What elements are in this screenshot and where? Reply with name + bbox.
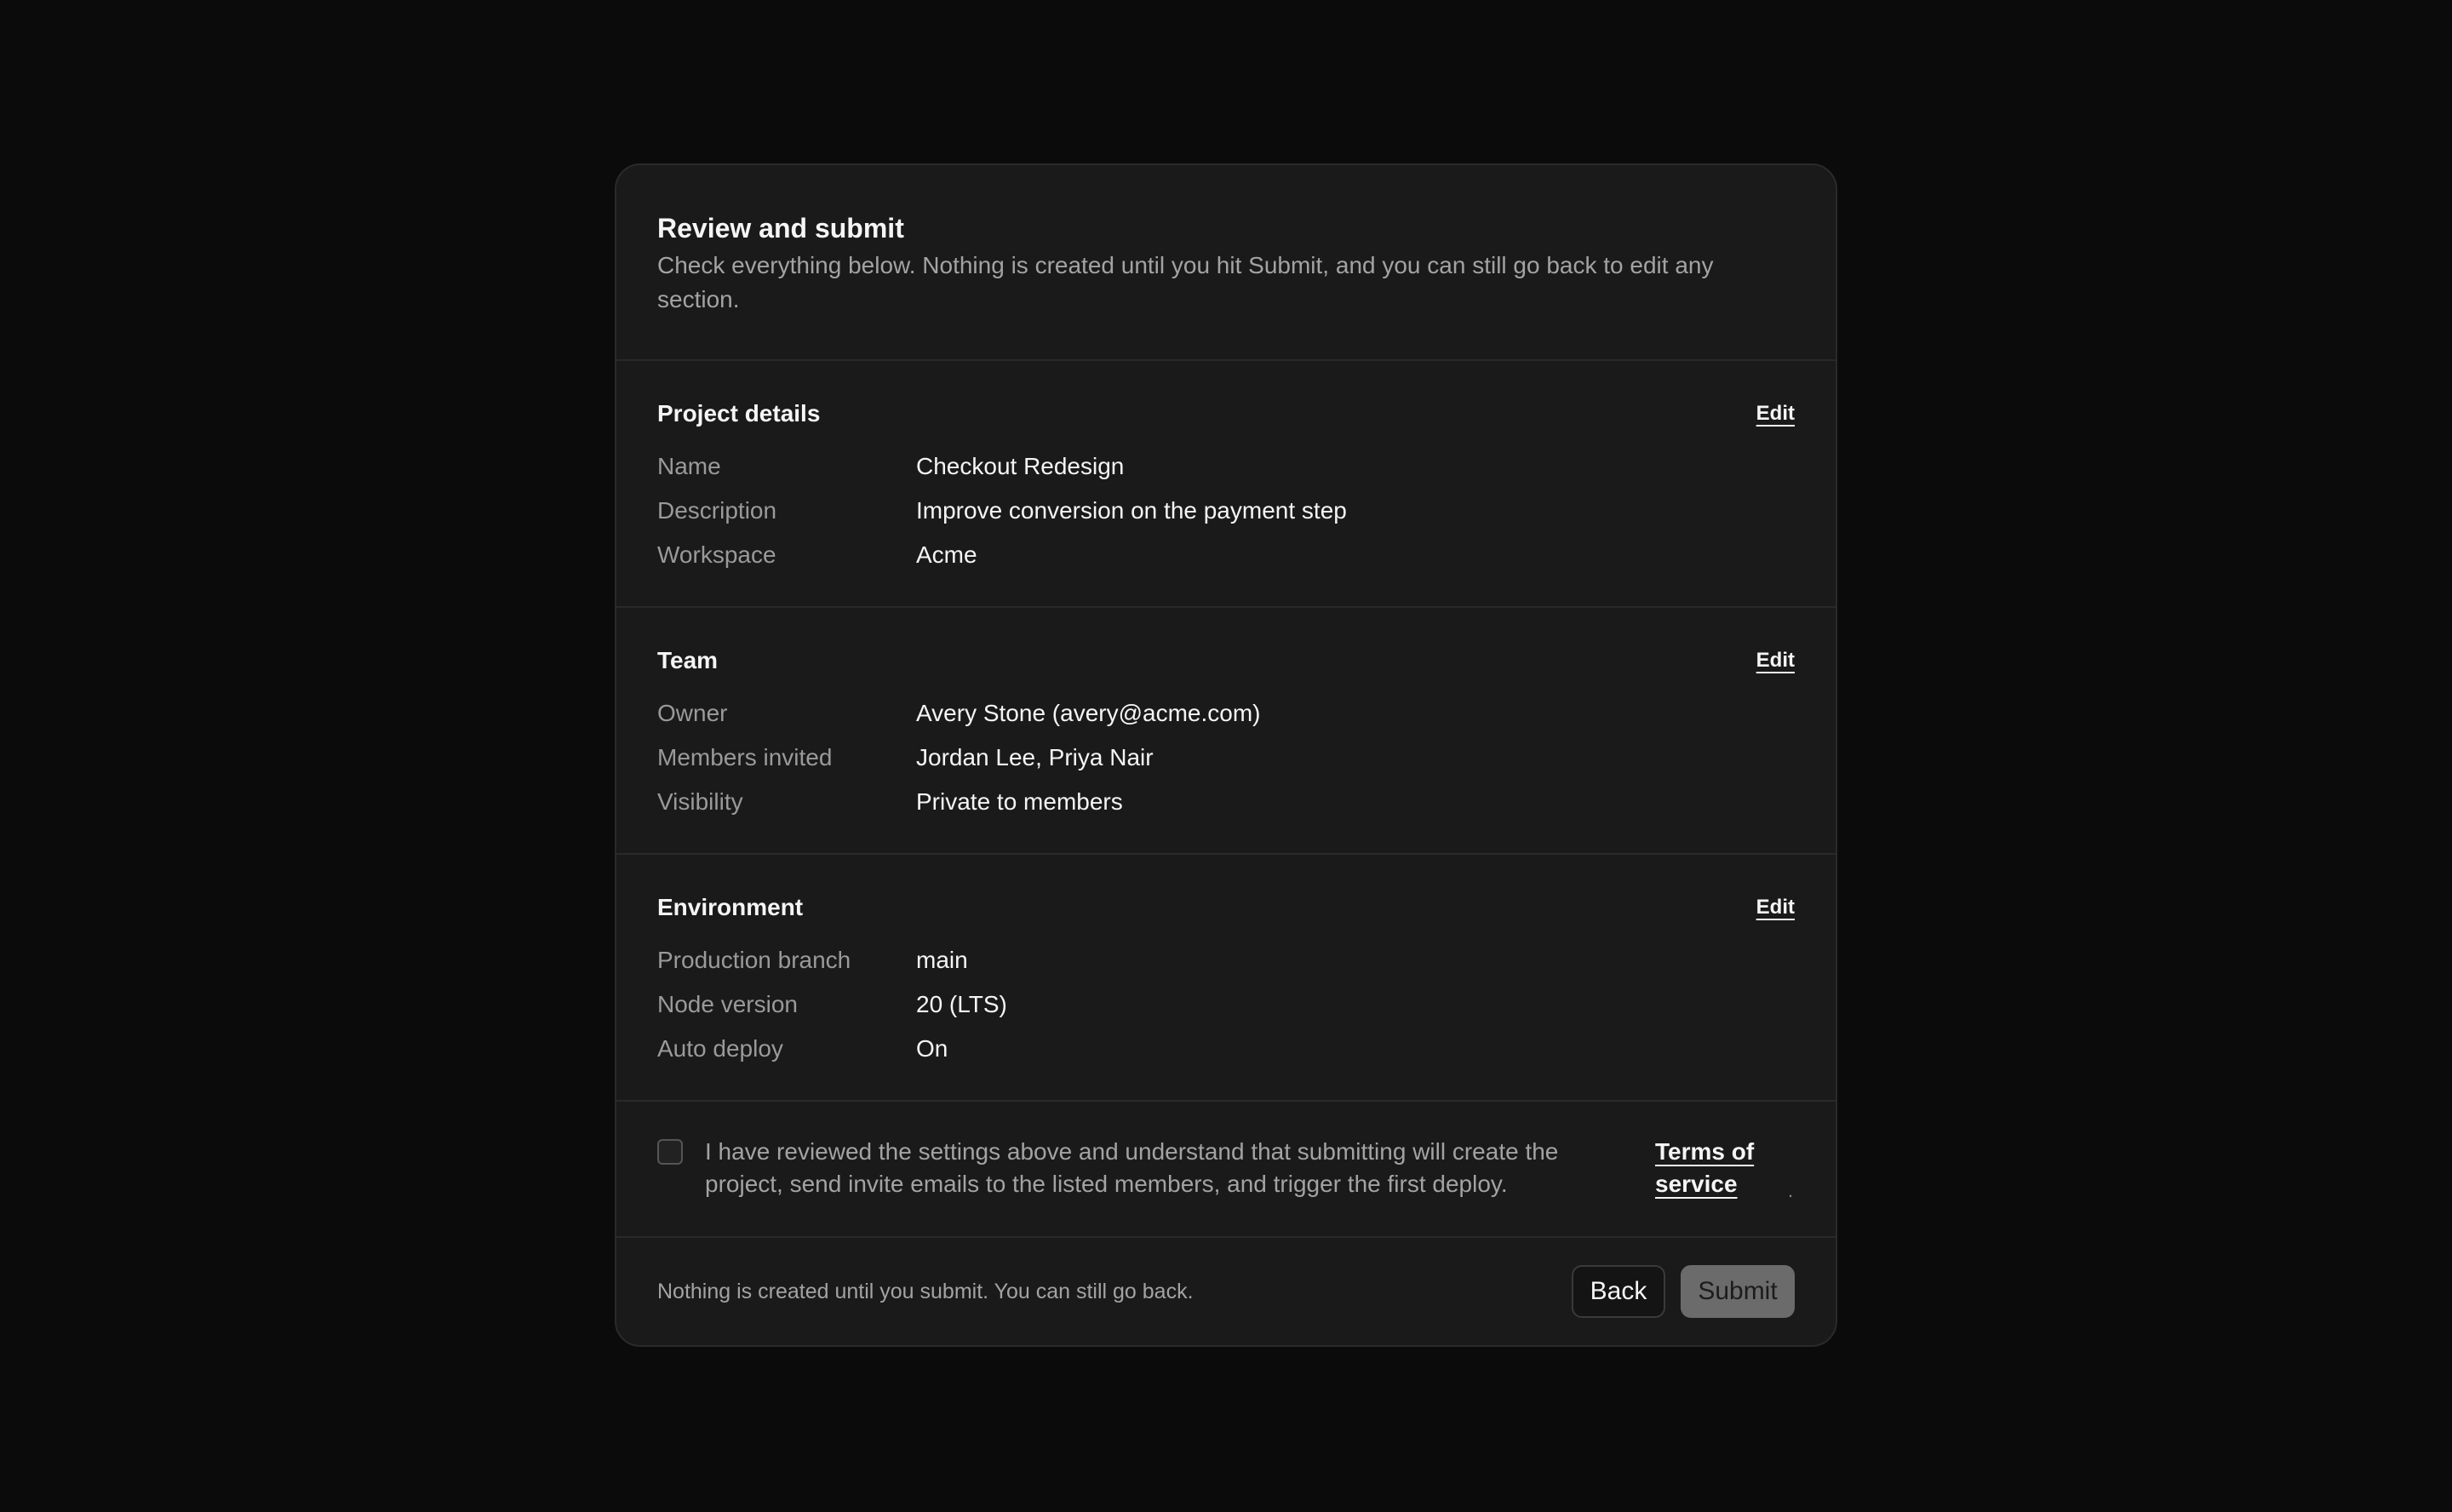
summary-row: Workspace Acme bbox=[657, 533, 1795, 577]
submit-button[interactable]: Submit bbox=[1681, 1265, 1795, 1318]
footer-buttons: Back Submit bbox=[1572, 1265, 1795, 1318]
footer-note: Nothing is created until you submit. You… bbox=[657, 1279, 1194, 1303]
summary-row: Description Improve conversion on the pa… bbox=[657, 489, 1795, 533]
row-value-workspace: Acme bbox=[916, 541, 977, 568]
consent-text: I have reviewed the settings above and u… bbox=[705, 1138, 1559, 1197]
review-footer: Nothing is created until you submit. You… bbox=[616, 1238, 1836, 1345]
back-button[interactable]: Back bbox=[1572, 1265, 1665, 1318]
row-value-name: Checkout Redesign bbox=[916, 453, 1125, 479]
edit-team-link[interactable]: Edit bbox=[1756, 649, 1795, 673]
row-value-owner: Avery Stone (avery@acme.com) bbox=[916, 700, 1261, 726]
section-title-environment: Environment bbox=[657, 894, 804, 920]
review-card: Review and submit Check everything below… bbox=[615, 163, 1837, 1347]
row-label-production-branch: Production branch bbox=[657, 947, 851, 973]
section-project-details: Project details Edit Name Checkout Redes… bbox=[616, 361, 1836, 608]
row-value-production-branch: main bbox=[916, 947, 968, 973]
consent-checkbox[interactable] bbox=[657, 1139, 683, 1165]
edit-project-details-link[interactable]: Edit bbox=[1756, 402, 1795, 426]
summary-row: Members invited Jordan Lee, Priya Nair bbox=[657, 736, 1795, 780]
row-label-name: Name bbox=[657, 453, 721, 479]
summary-row: Production branch main bbox=[657, 938, 1795, 982]
review-header: Review and submit Check everything below… bbox=[616, 165, 1836, 361]
row-label-node-version: Node version bbox=[657, 991, 798, 1017]
row-value-members-invited: Jordan Lee, Priya Nair bbox=[916, 744, 1154, 770]
row-label-visibility: Visibility bbox=[657, 788, 743, 815]
consent-trailing-period: . bbox=[1788, 1180, 1794, 1201]
row-label-workspace: Workspace bbox=[657, 541, 776, 568]
edit-environment-link[interactable]: Edit bbox=[1756, 896, 1795, 919]
row-label-members-invited: Members invited bbox=[657, 744, 833, 770]
consent-section: I have reviewed the settings above and u… bbox=[616, 1102, 1836, 1238]
page-title: Review and submit bbox=[657, 213, 904, 243]
summary-row: Node version 20 (LTS) bbox=[657, 982, 1795, 1027]
section-header: Environment Edit bbox=[657, 889, 1795, 926]
summary-row: Auto deploy On bbox=[657, 1027, 1795, 1071]
section-team: Team Edit Owner Avery Stone (avery@acme.… bbox=[616, 608, 1836, 855]
row-label-owner: Owner bbox=[657, 700, 728, 726]
row-value-visibility: Private to members bbox=[916, 788, 1123, 815]
page-subtitle: Check everything below. Nothing is creat… bbox=[657, 252, 1714, 312]
summary-row: Visibility Private to members bbox=[657, 780, 1795, 824]
section-environment: Environment Edit Production branch main … bbox=[616, 855, 1836, 1102]
summary-row: Owner Avery Stone (avery@acme.com) bbox=[657, 691, 1795, 736]
summary-row: Name Checkout Redesign bbox=[657, 444, 1795, 489]
row-label-auto-deploy: Auto deploy bbox=[657, 1035, 783, 1062]
section-header: Team Edit bbox=[657, 642, 1795, 679]
section-header: Project details Edit bbox=[657, 395, 1795, 432]
terms-wrapper: Terms of service bbox=[1655, 1136, 1766, 1200]
terms-of-service-link[interactable]: Terms of service bbox=[1655, 1138, 1754, 1197]
row-value-node-version: 20 (LTS) bbox=[916, 991, 1007, 1017]
row-value-description: Improve conversion on the payment step bbox=[916, 497, 1347, 524]
row-label-description: Description bbox=[657, 497, 777, 524]
row-value-auto-deploy: On bbox=[916, 1035, 948, 1062]
section-title-team: Team bbox=[657, 647, 719, 673]
section-title-project-details: Project details bbox=[657, 400, 821, 427]
